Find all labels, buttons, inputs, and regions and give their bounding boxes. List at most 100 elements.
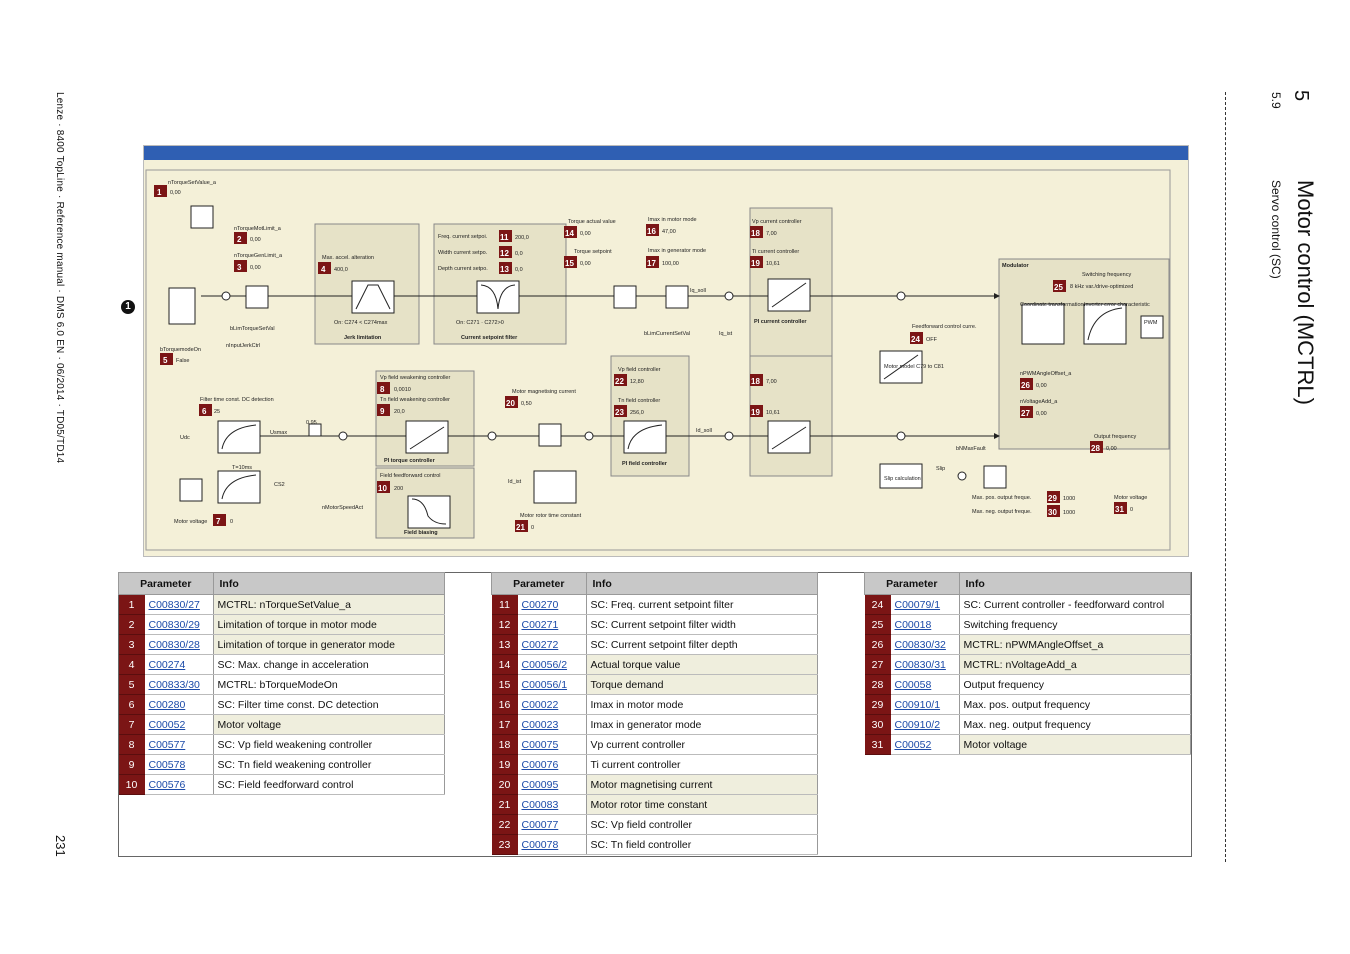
value-p18a: 7,00 (766, 231, 777, 237)
label-095: 0.95 (306, 420, 317, 426)
value-p11: 200,0 (515, 235, 529, 241)
parameter-cell: C00577 (144, 734, 214, 755)
parameter-cell: C00023 (517, 714, 587, 735)
svg-text:6: 6 (202, 407, 207, 416)
row-number: 3 (118, 634, 145, 655)
row-number: 20 (491, 774, 518, 795)
info-cell: SC: Tn field weakening controller (213, 754, 445, 775)
table-row: 17 C00023 Imax in generator mode (491, 714, 818, 735)
parameter-link[interactable]: C00830/27 (149, 599, 200, 611)
label-imax-motor: Imax in motor mode (648, 217, 697, 223)
label-tn-field: Tn field controller (618, 398, 660, 404)
label-max-pos: Max. pos. output freque. (972, 495, 1032, 501)
label-vp-field: Vp field controller (618, 367, 661, 373)
parameter-link[interactable]: C00018 (895, 619, 932, 631)
parameter-link[interactable]: C00023 (522, 719, 559, 731)
table-row: 5 C00833/30 MCTRL: bTorqueModeOn (118, 674, 445, 695)
table-row: 21 C00083 Motor rotor time constant (491, 794, 818, 815)
parameter-link[interactable]: C00910/1 (895, 699, 941, 711)
parameter-link[interactable]: C00052 (895, 739, 932, 751)
parameter-link[interactable]: C00830/31 (895, 659, 946, 671)
parameter-link[interactable]: C00056/2 (522, 659, 568, 671)
parameter-link[interactable]: C00578 (149, 759, 186, 771)
label-csf: Current setpoint filter (461, 335, 518, 341)
label-slip: Slip (936, 466, 945, 472)
value-p26: 0,00 (1036, 383, 1047, 389)
parameter-link[interactable]: C00079/1 (895, 599, 941, 611)
parameter-cell: C00280 (144, 694, 214, 715)
table-row: 25 C00018 Switching frequency (864, 614, 1191, 635)
label-pwm-angle: nPWMAngleOffset_a (1020, 371, 1072, 377)
label-nMotorSpeedAct: nMotorSpeedAct (322, 505, 363, 511)
parameter-link[interactable]: C00910/2 (895, 719, 941, 731)
svg-text:8: 8 (380, 385, 385, 394)
parameter-link[interactable]: C00833/30 (149, 679, 200, 691)
parameter-link[interactable]: C00022 (522, 699, 559, 711)
col-header-parameter: Parameter (118, 572, 214, 595)
parameter-link[interactable]: C00577 (149, 739, 186, 751)
parameter-link[interactable]: C00830/28 (149, 639, 200, 651)
parameter-link[interactable]: C00077 (522, 819, 559, 831)
parameter-cell: C00833/30 (144, 674, 214, 695)
parameter-cell: C00578 (144, 754, 214, 775)
row-number: 30 (864, 714, 891, 735)
info-cell: Imax in motor mode (586, 694, 818, 715)
parameter-link[interactable]: C00076 (522, 759, 559, 771)
parameter-cell: C00058 (890, 674, 960, 695)
svg-text:3: 3 (237, 263, 242, 272)
row-number: 1 (118, 594, 145, 615)
row-number: 14 (491, 654, 518, 675)
parameter-link[interactable]: C00058 (895, 679, 932, 691)
info-cell: MCTRL: nVoltageAdd_a (959, 654, 1191, 675)
value-p19a: 10,61 (766, 261, 780, 267)
parameter-link[interactable]: C00095 (522, 779, 559, 791)
svg-text:10: 10 (378, 484, 387, 493)
parameter-link[interactable]: C00271 (522, 619, 559, 631)
table-row: 27 C00830/31 MCTRL: nVoltageAdd_a (864, 654, 1191, 675)
parameter-link[interactable]: C00078 (522, 839, 559, 851)
table-row: 29 C00910/1 Max. pos. output frequency (864, 694, 1191, 715)
row-number: 24 (864, 594, 891, 615)
parameter-link[interactable]: C00830/32 (895, 639, 946, 651)
parameter-link[interactable]: C00270 (522, 599, 559, 611)
info-cell: Limitation of torque in motor mode (213, 614, 445, 635)
parameter-link[interactable]: C00272 (522, 639, 559, 651)
parameter-cell: C00022 (517, 694, 587, 715)
parameter-link[interactable]: C00830/29 (149, 619, 200, 631)
table-row: 4 C00274 SC: Max. change in acceleration (118, 654, 445, 675)
parameter-cell: C00052 (144, 714, 214, 735)
row-number: 31 (864, 734, 891, 755)
row-number: 29 (864, 694, 891, 715)
parameter-link[interactable]: C00274 (149, 659, 186, 671)
document-footer: Lenze · 8400 TopLine · Reference manual … (54, 92, 65, 464)
parameter-cell: C00910/2 (890, 714, 960, 735)
value-p6: 25 (214, 409, 220, 415)
parameter-cell: C00078 (517, 834, 587, 855)
svg-text:12: 12 (500, 249, 509, 258)
svg-text:7: 7 (216, 517, 221, 526)
value-p2: 0,00 (250, 237, 261, 243)
parameter-cell: C00270 (517, 594, 587, 615)
parameter-cell: C00271 (517, 614, 587, 635)
parameter-link[interactable]: C00083 (522, 799, 559, 811)
parameter-link[interactable]: C00280 (149, 699, 186, 711)
value-p20: 0,50 (521, 401, 532, 407)
parameter-table-2: Parameter Info 11 C00270 SC: Freq. current s… (491, 572, 818, 855)
table-row: 18 C00075 Vp current controller (491, 734, 818, 755)
label-voltage-add: nVoltageAdd_a (1020, 399, 1058, 405)
row-number: 25 (864, 614, 891, 635)
label-cs2: CS2 (274, 482, 285, 488)
parameter-link[interactable]: C00576 (149, 779, 186, 791)
svg-text:21: 21 (516, 523, 525, 532)
parameter-link[interactable]: C00052 (149, 719, 186, 731)
value-p28: 0,00 (1106, 446, 1117, 452)
label-usmax: Usmax (270, 430, 287, 436)
parameter-link[interactable]: C00075 (522, 739, 559, 751)
svg-text:15: 15 (565, 259, 574, 268)
parameter-cell: C00018 (890, 614, 960, 635)
info-cell: Switching frequency (959, 614, 1191, 635)
svg-text:27: 27 (1021, 409, 1030, 418)
info-cell: Motor voltage (959, 734, 1191, 755)
parameter-link[interactable]: C00056/1 (522, 679, 568, 691)
row-number: 12 (491, 614, 518, 635)
